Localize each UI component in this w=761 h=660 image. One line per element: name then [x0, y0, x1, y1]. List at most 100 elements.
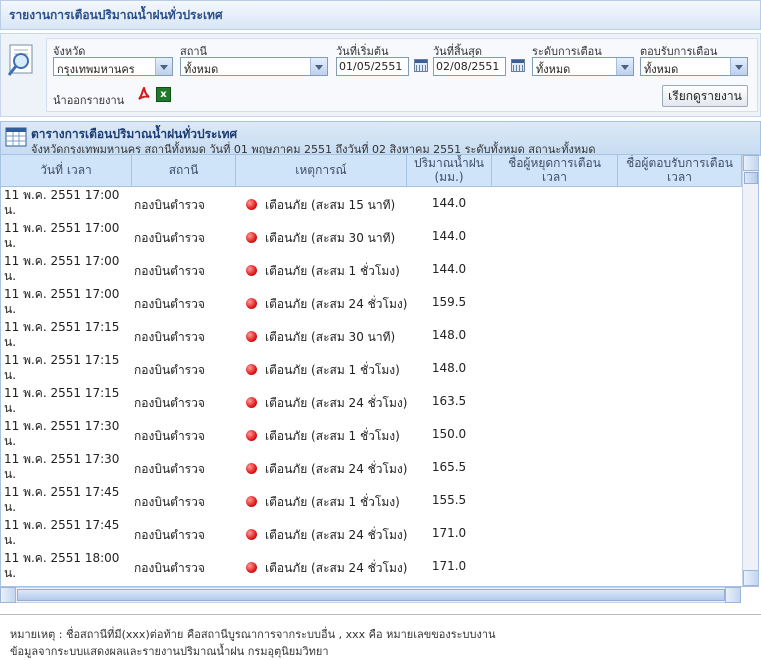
station-select[interactable]: ทั้งหมด [180, 57, 328, 76]
scroll-thumb[interactable] [744, 172, 758, 184]
excel-icon[interactable]: x [156, 87, 171, 102]
cell-datetime: 11 พ.ค. 2551 17:15 น. [4, 352, 129, 386]
red-alert-dot-icon [246, 529, 257, 540]
cell-datetime: 11 พ.ค. 2551 17:00 น. [4, 253, 129, 287]
column-header-event[interactable]: เหตุการณ์ [236, 155, 407, 187]
cell-event-text: เตือนภัย (สะสม 24 ชั่วโมง) [265, 561, 408, 575]
table-row: 11 พ.ค. 2551 17:15 น. กองบินตำรวจ เตือนภัย… [1, 352, 742, 385]
cell-datetime: 11 พ.ค. 2551 17:15 น. [4, 319, 129, 353]
red-alert-dot-icon [246, 562, 257, 573]
red-alert-dot-icon [246, 331, 257, 342]
station-select-value: ทั้งหมด [184, 63, 219, 76]
cell-datetime: 11 พ.ค. 2551 17:45 น. [4, 517, 129, 551]
vertical-scrollbar[interactable] [742, 155, 758, 586]
cell-rainfall-text: 163.5 [431, 394, 467, 408]
chevron-down-icon[interactable] [155, 58, 172, 75]
cell-datetime-text: 11 พ.ค. 2551 17:15 น. [4, 386, 120, 415]
view-report-button[interactable]: เรียกดูรายงาน [662, 85, 748, 107]
cell-datetime-text: 11 พ.ค. 2551 17:30 น. [4, 452, 120, 481]
table-row: 11 พ.ค. 2551 18:00 น. กองบินตำรวจ เตือนภัย… [1, 550, 742, 583]
column-header-stopped-by[interactable]: ชื่อผู้หยุดการเตือน เวลา [492, 155, 618, 187]
table-row: 11 พ.ค. 2551 17:30 น. กองบินตำรวจ เตือนภัย… [1, 451, 742, 484]
scroll-down-icon[interactable] [743, 570, 758, 586]
table-row: 11 พ.ค. 2551 17:00 น. กองบินตำรวจ เตือนภัย… [1, 220, 742, 253]
alert-level-select[interactable]: ทั้งหมด [532, 57, 634, 76]
page-title-bar: รายงานการเตือนปริมาณน้ำฝนทั่วประเทศ [0, 0, 761, 30]
filter-panel: จังหวัด กรุงเทพมหานคร สถานี ทั้งหมด วันท… [0, 33, 761, 117]
cell-rainfall-text: 155.5 [431, 493, 467, 507]
column-header-acknowledged-by[interactable]: ชื่อผู้ตอบรับการเตือน เวลา [618, 155, 742, 187]
cell-event-text: เตือนภัย (สะสม 15 นาที) [265, 198, 396, 212]
column-header-datetime[interactable]: วันที่ เวลา [1, 155, 132, 187]
red-alert-dot-icon [246, 364, 257, 375]
end-date-input[interactable]: 02/08/2551 [433, 57, 506, 76]
cell-event-text: เตือนภัย (สะสม 30 นาที) [265, 330, 396, 344]
cell-datetime-text: 11 พ.ค. 2551 17:45 น. [4, 485, 120, 514]
red-alert-dot-icon [246, 463, 257, 474]
filter-inner-panel: จังหวัด กรุงเทพมหานคร สถานี ทั้งหมด วันท… [46, 38, 758, 112]
cell-datetime-text: 11 พ.ค. 2551 17:45 น. [4, 518, 120, 547]
cell-datetime: 11 พ.ค. 2551 17:30 น. [4, 418, 129, 452]
cell-datetime: 11 พ.ค. 2551 17:30 น. [4, 451, 129, 485]
response-select[interactable]: ทั้งหมด [640, 57, 748, 76]
response-select-value: ทั้งหมด [644, 63, 679, 76]
cell-event-text: เตือนภัย (สะสม 24 ชั่วโมง) [265, 528, 408, 542]
chevron-down-icon[interactable] [730, 58, 747, 75]
cell-station: กองบินตำรวจ [134, 550, 234, 586]
table-row: 11 พ.ค. 2551 17:00 น. กองบินตำรวจ เตือนภัย… [1, 187, 742, 220]
horizontal-scroll-thumb[interactable] [17, 589, 725, 601]
red-alert-dot-icon [246, 199, 257, 210]
cell-datetime: 11 พ.ค. 2551 17:00 น. [4, 286, 129, 320]
cell-rainfall-text: 148.0 [431, 328, 467, 342]
table-row: 11 พ.ค. 2551 17:30 น. กองบินตำรวจ เตือนภัย… [1, 418, 742, 451]
red-alert-dot-icon [246, 397, 257, 408]
page-title: รายงานการเตือนปริมาณน้ำฝนทั่วประเทศ [9, 8, 223, 22]
province-select-value: กรุงเทพมหานคร [57, 63, 135, 76]
cell-datetime: 11 พ.ค. 2551 18:00 น. [4, 550, 129, 584]
pdf-icon[interactable] [137, 87, 151, 102]
table-row: 11 พ.ค. 2551 17:15 น. กองบินตำรวจ เตือนภัย… [1, 385, 742, 418]
cell-datetime-text: 11 พ.ค. 2551 17:00 น. [4, 287, 120, 316]
cell-rainfall-text: 171.0 [431, 559, 467, 573]
cell-rainfall-text: 159.5 [431, 295, 467, 309]
cell-station-text: กองบินตำรวจ [134, 462, 205, 476]
horizontal-scrollbar[interactable] [0, 587, 741, 603]
chevron-down-icon[interactable] [616, 58, 633, 75]
scroll-right-icon[interactable] [725, 587, 741, 603]
cell-datetime-text: 11 พ.ค. 2551 17:00 น. [4, 221, 120, 250]
cell-station-text: กองบินตำรวจ [134, 231, 205, 245]
cell-event-text: เตือนภัย (สะสม 1 ชั่วโมง) [265, 363, 400, 377]
cell-event: เตือนภัย (สะสม 24 ชั่วโมง) [246, 550, 411, 586]
calendar-icon[interactable] [414, 59, 428, 72]
cell-station-text: กองบินตำรวจ [134, 396, 205, 410]
column-header-rainfall[interactable]: ปริมาณน้ำฝน (มม.) [407, 155, 492, 187]
cell-datetime-text: 11 พ.ค. 2551 17:15 น. [4, 353, 120, 382]
table-row: 11 พ.ค. 2551 17:15 น. กองบินตำรวจ เตือนภัย… [1, 319, 742, 352]
cell-datetime: 11 พ.ค. 2551 17:45 น. [4, 484, 129, 518]
red-alert-dot-icon [246, 265, 257, 276]
scroll-up-icon[interactable] [743, 155, 758, 171]
chevron-down-icon[interactable] [310, 58, 327, 75]
cell-rainfall: 171.0 [407, 550, 491, 586]
table-row: 11 พ.ค. 2551 17:00 น. กองบินตำรวจ เตือนภัย… [1, 286, 742, 319]
start-date-input[interactable]: 01/05/2551 [336, 57, 409, 76]
cell-station-text: กองบินตำรวจ [134, 528, 205, 542]
cell-datetime-text: 11 พ.ค. 2551 17:30 น. [4, 419, 120, 448]
cell-station-text: กองบินตำรวจ [134, 297, 205, 311]
cell-event-text: เตือนภัย (สะสม 1 ชั่วโมง) [265, 264, 400, 278]
cell-event-text: เตือนภัย (สะสม 30 นาที) [265, 231, 396, 245]
data-grid: วันที่ เวลา สถานี เหตุการณ์ ปริมาณน้ำฝน … [0, 154, 759, 587]
cell-event-text: เตือนภัย (สะสม 1 ชั่วโมง) [265, 495, 400, 509]
province-select[interactable]: กรุงเทพมหานคร [53, 57, 173, 76]
scroll-left-icon[interactable] [0, 587, 16, 603]
note-line-2: ข้อมูลจากระบบแสดงผลและรายงานปริมาณน้ำฝน … [10, 645, 329, 658]
calendar-icon[interactable] [511, 59, 525, 72]
cell-station-text: กองบินตำรวจ [134, 495, 205, 509]
cell-event-text: เตือนภัย (สะสม 24 ชั่วโมง) [265, 297, 408, 311]
cell-station-text: กองบินตำรวจ [134, 561, 205, 575]
cell-rainfall-text: 150.0 [431, 427, 467, 441]
cell-datetime-text: 11 พ.ค. 2551 18:00 น. [4, 551, 120, 580]
cell-datetime-text: 11 พ.ค. 2551 17:00 น. [4, 188, 120, 217]
column-header-station[interactable]: สถานี [132, 155, 236, 187]
cell-datetime: 11 พ.ค. 2551 17:00 น. [4, 220, 129, 254]
